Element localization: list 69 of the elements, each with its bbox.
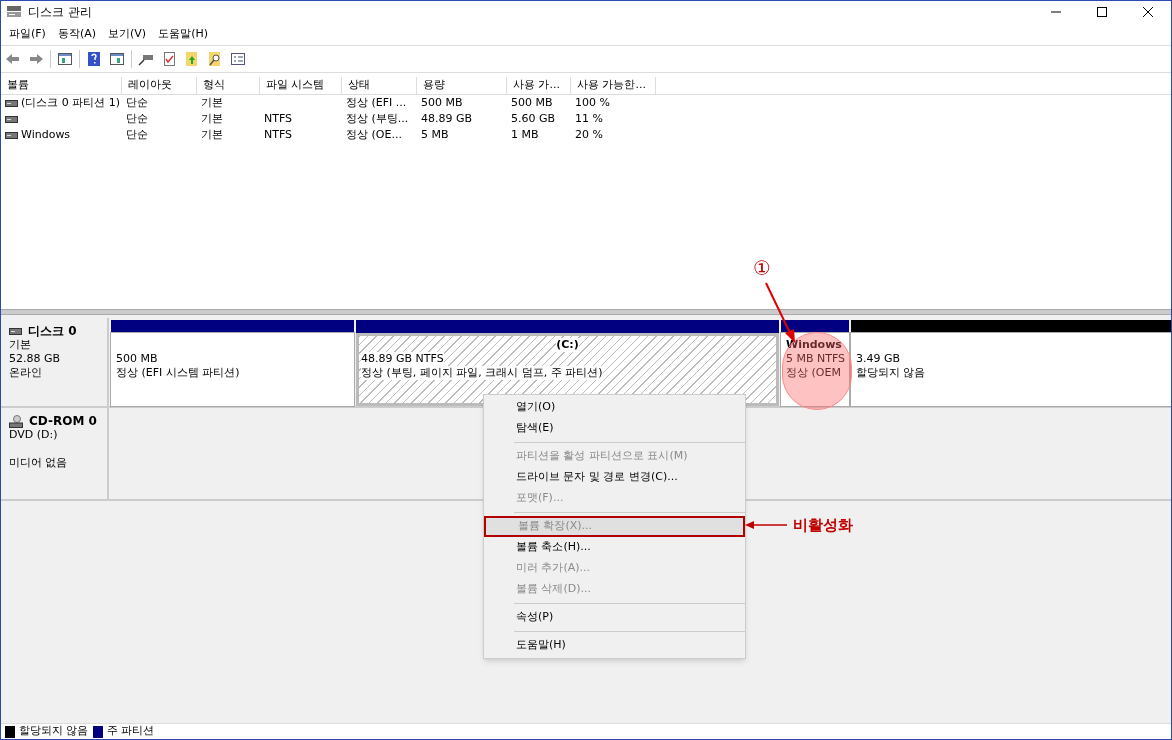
table-cell-text: 정상 (EFI ... [346, 94, 407, 111]
table-cell-text: (디스크 0 파티션 1) [21, 94, 121, 111]
column-header[interactable]: 형식 [197, 77, 260, 94]
table-cell-text: 기본 [201, 126, 223, 143]
table-cell-text: 500 MB [511, 94, 553, 111]
volume-icon [5, 99, 18, 107]
table-cell-text: 단순 [126, 110, 148, 127]
disk-name: CD-ROM 0 [29, 414, 97, 428]
legend-label: 할당되지 않음 [19, 723, 89, 739]
column-header[interactable]: 용량 [417, 77, 507, 94]
annotation-label: 비활성화 [793, 515, 853, 536]
column-header[interactable]: 파일 시스템 [260, 77, 342, 94]
partition-detail: 48.89 GB NTFS [361, 352, 444, 366]
table-cell-text: 100 % [575, 94, 610, 111]
legend-label: 주 파티션 [106, 723, 154, 739]
table-cell-text: NTFS [264, 126, 293, 143]
partition-block[interactable]: Windows 5 MB NTFS 정상 (OEM [781, 320, 849, 406]
menu-item[interactable]: 파일(F) [3, 25, 52, 43]
table-cell-text: 20 % [575, 126, 603, 143]
context-menu-item[interactable]: 볼륨 축소(H)... [484, 537, 745, 558]
column-header[interactable]: 레이아웃 [122, 77, 197, 94]
partition-detail: 할당되지 않음 [856, 366, 926, 380]
menu-item[interactable]: 보기(V) [102, 25, 153, 43]
disk-detail: 기본 [9, 338, 32, 352]
annotation-marker: ① [753, 255, 771, 282]
context-menu-item[interactable]: 탐색(E) [484, 418, 745, 439]
close-icon [1143, 7, 1153, 17]
context-menu-item[interactable]: 도움말(H) [484, 635, 745, 656]
context-menu-item[interactable]: 드라이브 문자 및 경로 변경(C)... [484, 467, 745, 488]
disk-management-icon [6, 5, 22, 19]
disk-detail: 온라인 [9, 366, 43, 380]
table-cell-text: 정상 (OE... [346, 126, 402, 143]
volume-icon [5, 115, 18, 123]
disk-status: 미디어 없음 [9, 456, 69, 470]
table-cell-text: 정상 (부팅... [346, 110, 409, 127]
table-cell-text: 단순 [126, 94, 148, 111]
partition-detail: 정상 (EFI 시스템 파티션) [116, 366, 240, 380]
table-cell-text: 500 MB [421, 94, 463, 111]
partition-detail: 정상 (부팅, 페이지 파일, 크래시 덤프, 주 파티션) [361, 366, 603, 380]
table-cell-text: NTFS [264, 110, 293, 127]
volume-icon [5, 131, 18, 139]
column-header[interactable]: 사용 가... [507, 77, 571, 94]
table-cell-text: 11 % [575, 110, 603, 127]
table-cell-text: 5.60 GB [511, 110, 556, 127]
table-cell-text: 기본 [201, 110, 223, 127]
partition-title: Windows [786, 338, 842, 352]
table-cell-text: 기본 [201, 94, 223, 111]
table-cell-text: Windows [21, 126, 71, 143]
partition-block[interactable]: 500 MB 정상 (EFI 시스템 파티션) [111, 320, 354, 406]
window-title: 디스크 관리 [28, 4, 92, 21]
partition-title: (C:) [556, 338, 579, 352]
table-cell-text: 48.89 GB [421, 110, 473, 127]
table-cell-text: 1 MB [511, 126, 539, 143]
partition-detail: 정상 (OEM [786, 366, 841, 380]
cd-drive-icon [9, 414, 23, 428]
menu-item[interactable]: 도움말(H) [152, 25, 214, 43]
table-cell-text: 단순 [126, 126, 148, 143]
column-header[interactable]: 사용 가능한... [571, 77, 656, 94]
context-menu-item[interactable]: 속성(P) [484, 607, 745, 628]
table-cell-text: 5 MB [421, 126, 449, 143]
annotation-arrow [745, 520, 787, 530]
column-header[interactable]: 볼륨 [1, 77, 122, 94]
disk-name: 디스크 0 [28, 324, 77, 338]
column-header[interactable]: 상태 [342, 77, 417, 94]
disk-detail: DVD (D:) [9, 428, 59, 442]
partition-block[interactable]: 3.49 GB 할당되지 않음 [851, 320, 1171, 406]
disk-detail: 52.88 GB [9, 352, 62, 366]
menu-item[interactable]: 동작(A) [51, 25, 103, 43]
maximize-icon [1097, 7, 1107, 17]
